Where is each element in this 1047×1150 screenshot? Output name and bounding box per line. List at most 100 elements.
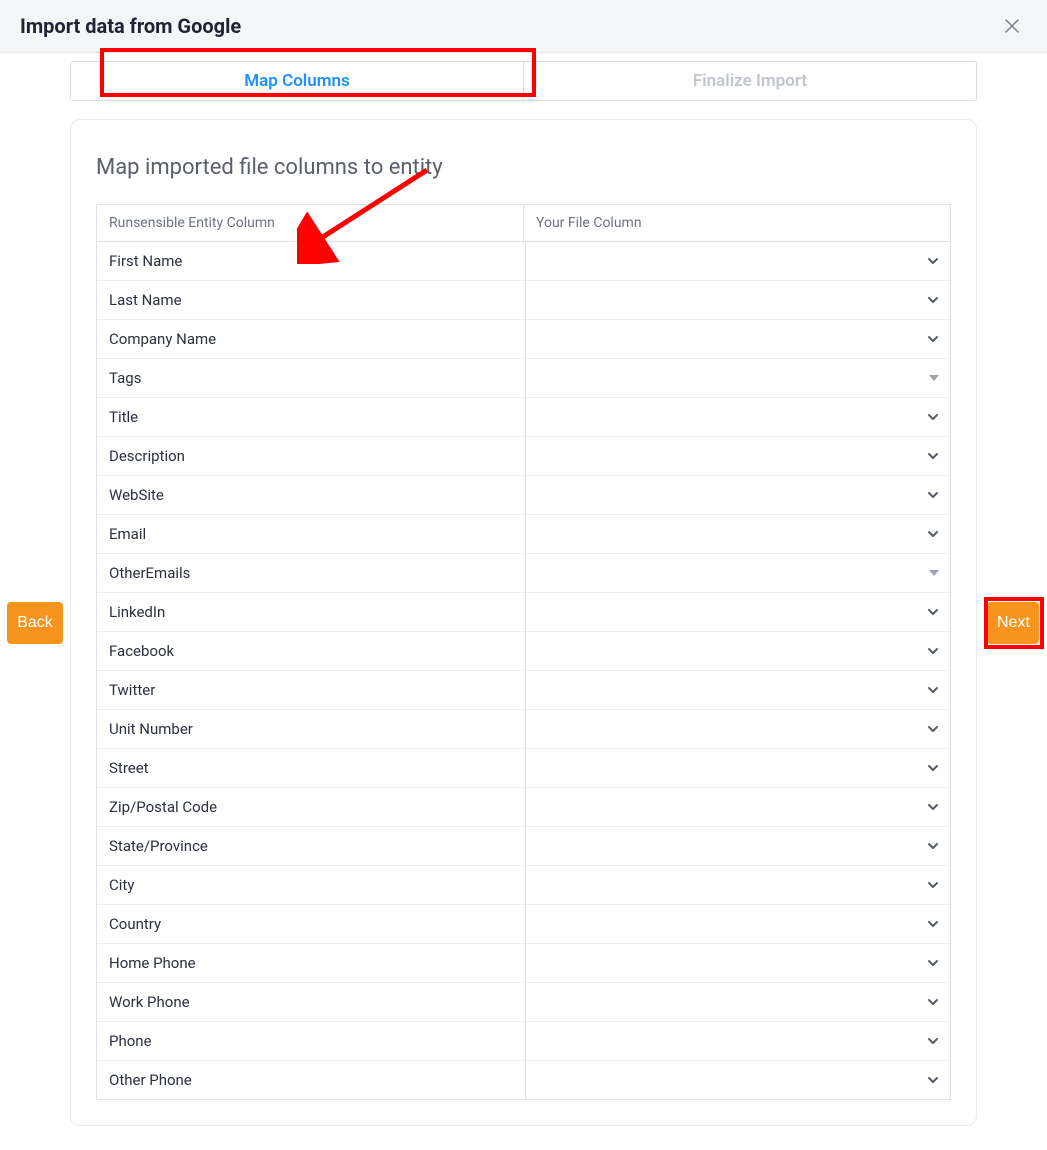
table-row: Work Phone (97, 982, 950, 1021)
chevron-down-icon (926, 527, 940, 541)
entity-column-label: Tags (97, 359, 526, 397)
table-row: Street (97, 748, 950, 787)
chevron-down-icon (926, 605, 940, 619)
table-row: Last Name (97, 280, 950, 319)
table-header-right: Your File Column (524, 205, 950, 242)
entity-column-label: Email (97, 515, 526, 553)
table-row: LinkedIn (97, 592, 950, 631)
chevron-down-icon (926, 878, 940, 892)
file-column-dropdown[interactable] (526, 827, 950, 865)
tab-finalize-import[interactable]: Finalize Import (523, 62, 976, 100)
back-button[interactable]: Back (7, 602, 63, 644)
chevron-down-icon (926, 1034, 940, 1048)
chevron-down-icon (926, 800, 940, 814)
file-column-dropdown[interactable] (526, 398, 950, 436)
chevron-down-icon (926, 761, 940, 775)
entity-column-label: Title (97, 398, 526, 436)
file-column-dropdown[interactable] (526, 710, 950, 748)
chevron-down-icon (926, 1073, 940, 1087)
modal-title: Import data from Google (20, 14, 241, 38)
entity-column-label: Twitter (97, 671, 526, 709)
file-column-dropdown[interactable] (526, 788, 950, 826)
table-row: Country (97, 904, 950, 943)
entity-column-label: Facebook (97, 632, 526, 670)
entity-column-label: Last Name (97, 281, 526, 319)
table-row: Company Name (97, 319, 950, 358)
entity-column-label: WebSite (97, 476, 526, 514)
caret-down-icon (928, 373, 940, 383)
table-row: Title (97, 397, 950, 436)
table-row: Home Phone (97, 943, 950, 982)
file-column-dropdown[interactable] (526, 866, 950, 904)
mapping-table: Runsensible Entity Column Your File Colu… (96, 204, 951, 1100)
file-column-dropdown[interactable] (526, 905, 950, 943)
entity-column-label: Description (97, 437, 526, 475)
file-column-dropdown[interactable] (526, 476, 950, 514)
file-column-dropdown[interactable] (526, 515, 950, 553)
table-row: City (97, 865, 950, 904)
table-row: Description (97, 436, 950, 475)
entity-column-label: State/Province (97, 827, 526, 865)
file-column-dropdown[interactable] (526, 242, 950, 280)
chevron-down-icon (926, 956, 940, 970)
file-column-dropdown[interactable] (526, 281, 950, 319)
entity-column-label: First Name (97, 242, 526, 280)
file-column-dropdown[interactable] (526, 632, 950, 670)
entity-column-label: Company Name (97, 320, 526, 358)
entity-column-label: Unit Number (97, 710, 526, 748)
chevron-down-icon (926, 410, 940, 424)
wizard-tabs: Map Columns Finalize Import (70, 61, 977, 101)
table-row: Email (97, 514, 950, 553)
file-column-dropdown[interactable] (526, 671, 950, 709)
chevron-down-icon (926, 722, 940, 736)
file-column-dropdown[interactable] (526, 944, 950, 982)
file-column-dropdown[interactable] (526, 983, 950, 1021)
chevron-down-icon (926, 293, 940, 307)
entity-column-label: Phone (97, 1022, 526, 1060)
entity-column-label: Street (97, 749, 526, 787)
entity-column-label: City (97, 866, 526, 904)
file-column-dropdown[interactable] (526, 554, 950, 592)
table-row: First Name (97, 242, 950, 280)
chevron-down-icon (926, 332, 940, 346)
chevron-down-icon (926, 254, 940, 268)
file-column-dropdown[interactable] (526, 1022, 950, 1060)
file-column-dropdown[interactable] (526, 593, 950, 631)
table-row: Twitter (97, 670, 950, 709)
tab-map-columns[interactable]: Map Columns (71, 62, 523, 100)
table-row: State/Province (97, 826, 950, 865)
file-column-dropdown[interactable] (526, 749, 950, 787)
chevron-down-icon (926, 917, 940, 931)
chevron-down-icon (926, 683, 940, 697)
file-column-dropdown[interactable] (526, 437, 950, 475)
chevron-down-icon (926, 995, 940, 1009)
table-row: OtherEmails (97, 553, 950, 592)
next-button[interactable]: Next (987, 602, 1039, 644)
table-row: Facebook (97, 631, 950, 670)
file-column-dropdown[interactable] (526, 359, 950, 397)
entity-column-label: LinkedIn (97, 593, 526, 631)
entity-column-label: OtherEmails (97, 554, 526, 592)
entity-column-label: Country (97, 905, 526, 943)
chevron-down-icon (926, 644, 940, 658)
caret-down-icon (928, 568, 940, 578)
table-row: WebSite (97, 475, 950, 514)
table-row: Other Phone (97, 1060, 950, 1099)
entity-column-label: Zip/Postal Code (97, 788, 526, 826)
section-title: Map imported file columns to entity (96, 155, 951, 180)
table-header-left: Runsensible Entity Column (97, 205, 524, 242)
chevron-down-icon (926, 449, 940, 463)
modal-header: Import data from Google (0, 0, 1047, 53)
table-row: Tags (97, 358, 950, 397)
file-column-dropdown[interactable] (526, 320, 950, 358)
table-row: Unit Number (97, 709, 950, 748)
entity-column-label: Other Phone (97, 1061, 526, 1099)
file-column-dropdown[interactable] (526, 1061, 950, 1099)
entity-column-label: Work Phone (97, 983, 526, 1021)
table-row: Phone (97, 1021, 950, 1060)
content-panel: Map imported file columns to entity Runs… (70, 119, 977, 1126)
chevron-down-icon (926, 488, 940, 502)
entity-column-label: Home Phone (97, 944, 526, 982)
chevron-down-icon (926, 839, 940, 853)
close-icon[interactable] (999, 17, 1025, 35)
